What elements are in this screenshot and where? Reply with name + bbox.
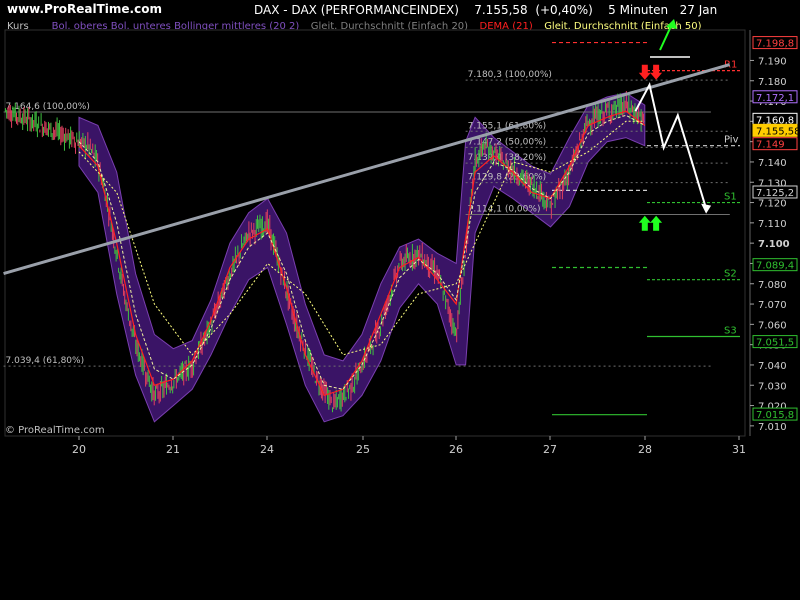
y-tick-label: 7.030 xyxy=(758,381,787,392)
pivot-label: S3 xyxy=(724,326,737,337)
y-tick-label: 7.140 xyxy=(758,158,787,169)
y-tick-label: 7.010 xyxy=(758,422,787,433)
y-tick-label: 7.060 xyxy=(758,320,787,331)
price-label: 7.089,4 xyxy=(756,261,794,272)
price-label: 7.149 xyxy=(756,140,785,151)
price-label: 7.015,8 xyxy=(756,410,794,421)
y-tick-label: 7.040 xyxy=(758,361,787,372)
y-tick-label: 7.110 xyxy=(758,219,787,230)
chart-window: www.ProRealTime.com DAX - DAX (PERFORMAN… xyxy=(0,0,800,600)
y-tick-label: 7.070 xyxy=(758,300,787,311)
x-tick-label: 31 xyxy=(732,443,746,456)
watermark: © ProRealTime.com xyxy=(5,425,105,436)
pivot-label: S1 xyxy=(724,192,737,203)
x-tick-label: 27 xyxy=(543,443,557,456)
price-label: 7.172,1 xyxy=(756,93,794,104)
x-tick-label: 20 xyxy=(72,443,86,456)
fib-level-label: 7.039,4 (61,80%) xyxy=(6,356,85,366)
x-tick-label: 25 xyxy=(356,443,370,456)
y-tick-label: 7.120 xyxy=(758,199,787,210)
breakout-arrowhead xyxy=(666,19,677,29)
price-label: 7.125,2 xyxy=(756,188,794,199)
fib-level-label: 7.147,2 (50,00%) xyxy=(468,137,547,147)
y-tick-label: 7.190 xyxy=(758,56,787,67)
price-chart[interactable]: 7.164,6 (100,00%) 7.039,4 (61,80%) 7.180,3… xyxy=(0,0,800,600)
y-tick-label: 7.100 xyxy=(758,239,790,250)
x-tick-label: 24 xyxy=(260,443,274,456)
fib-level-label: 7.114,1 (0,00%) xyxy=(468,205,541,215)
price-label: 7.051,5 xyxy=(756,338,794,349)
price-label: 7.155,58 xyxy=(756,126,800,137)
x-tick-label: 21 xyxy=(166,443,180,456)
y-tick-label: 7.180 xyxy=(758,77,787,88)
fib-level-label: 7.164,6 (100,00%) xyxy=(6,102,90,112)
y-tick-label: 7.080 xyxy=(758,280,787,291)
pivot-label: S2 xyxy=(724,269,737,280)
fib-level-label: 7.180,3 (100,00%) xyxy=(468,70,552,80)
x-tick-label: 26 xyxy=(449,443,463,456)
pivot-label: Piv xyxy=(724,135,739,146)
price-label: 7.198,8 xyxy=(756,39,794,50)
x-tick-label: 28 xyxy=(638,443,652,456)
